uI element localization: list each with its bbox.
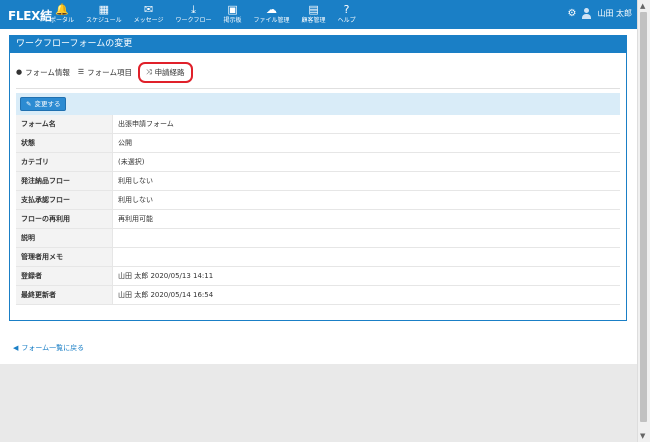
row-value: (未選択) (112, 152, 620, 172)
row-value: 山田 太郎 2020/05/13 14:11 (112, 266, 620, 286)
avatar-icon[interactable] (582, 8, 592, 19)
table-row: 登録者 山田 太郎 2020/05/13 14:11 (16, 266, 620, 286)
user-name[interactable]: 山田 太郎 (597, 8, 632, 19)
back-link-label: フォーム一覧に戻る (21, 344, 85, 352)
table-row: 発注納品フロー 利用しない (16, 171, 620, 191)
row-key: 登録者 (16, 266, 113, 286)
edit-icon: ✎ (26, 100, 32, 108)
user-area: ⚙ 山田 太郎 (567, 8, 632, 19)
panel-title: ワークフローフォームの変更 (10, 36, 626, 53)
tab-approval-route[interactable]: ⤨ 申請経路 (137, 61, 193, 83)
nav-label: ポータル (50, 17, 75, 24)
row-value: 利用しない (112, 171, 620, 191)
board-icon: ▣ (227, 3, 238, 16)
vertical-scrollbar[interactable]: ▲ ▼ (637, 0, 650, 442)
row-key: 状態 (16, 133, 113, 153)
list-icon: ☰ (77, 68, 85, 76)
row-key: 管理者用メモ (16, 247, 113, 267)
table-row: 状態 公開 (16, 133, 620, 153)
tab-form-info[interactable]: ● フォーム情報 (16, 67, 70, 78)
nav-customers[interactable]: ▤ 顧客管理 (296, 0, 332, 29)
table-row: 管理者用メモ (16, 247, 620, 267)
row-value (112, 247, 620, 267)
shuffle-icon: ⤨ (145, 67, 152, 76)
row-value: 公開 (112, 133, 620, 153)
back-to-form-list-link[interactable]: ◀ フォーム一覧に戻る (13, 343, 84, 353)
row-key: 最終更新者 (16, 285, 113, 305)
table-row: フローの再利用 再利用可能 (16, 209, 620, 229)
row-value: 利用しない (112, 190, 620, 210)
main-nav: 🔔 ポータル ▦ スケジュール ✉ メッセージ ⤓ ワークフロー ▣ 掲示板 ☁… (44, 0, 362, 29)
row-key: フォーム名 (16, 115, 113, 134)
tab-label: フォーム項目 (87, 67, 132, 77)
tab-bar: ● フォーム情報 ☰ フォーム項目 ⤨ 申請経路 (16, 61, 201, 83)
help-icon: ? (343, 3, 350, 16)
edit-button-label: 変更する (34, 100, 61, 108)
tab-form-items[interactable]: ☰ フォーム項目 (78, 67, 132, 78)
cloud-icon: ☁ (266, 3, 278, 16)
nav-workflow[interactable]: ⤓ ワークフロー (170, 0, 218, 29)
info-icon: ● (16, 68, 23, 76)
row-value: 再利用可能 (112, 209, 620, 229)
nav-board[interactable]: ▣ 掲示板 (218, 0, 248, 29)
nav-portal[interactable]: 🔔 ポータル (44, 0, 80, 29)
row-key: カテゴリ (16, 152, 113, 172)
gear-icon[interactable]: ⚙ (567, 8, 576, 19)
nav-message[interactable]: ✉ メッセージ (128, 0, 170, 29)
action-bar: ✎ 変更する (16, 93, 620, 115)
row-value (112, 228, 620, 248)
table-row: 支払承認フロー 利用しない (16, 190, 620, 210)
row-value: 出張申請フォーム (112, 115, 620, 134)
row-key: 発注納品フロー (16, 171, 113, 191)
scroll-down-icon[interactable]: ▼ (640, 432, 645, 440)
nav-files[interactable]: ☁ ファイル管理 (248, 0, 296, 29)
row-key: 説明 (16, 228, 113, 248)
bell-icon: 🔔 (55, 3, 69, 16)
row-value: 山田 太郎 2020/05/14 16:54 (112, 285, 620, 305)
main-content: ワークフローフォームの変更 ● フォーム情報 ☰ フォーム項目 ⤨ 申請経路 ✎… (0, 29, 637, 364)
nav-label: 掲示板 (223, 17, 242, 24)
nav-label: メッセージ (133, 17, 164, 24)
nav-label: スケジュール (86, 17, 122, 24)
nav-label: ヘルプ (337, 17, 356, 24)
nav-label: 顧客管理 (301, 17, 326, 24)
tab-divider (16, 88, 620, 89)
table-row: カテゴリ (未選択) (16, 152, 620, 172)
table-row: 最終更新者 山田 太郎 2020/05/14 16:54 (16, 285, 620, 305)
row-key: フローの再利用 (16, 209, 113, 229)
table-row: 説明 (16, 228, 620, 248)
scrollbar-thumb[interactable] (640, 12, 647, 422)
nav-help[interactable]: ? ヘルプ (332, 0, 362, 29)
form-info-table: フォーム名 出張申請フォーム 状態 公開 カテゴリ (未選択) 発注納品フロー 利用しな… (16, 115, 620, 305)
table-row: フォーム名 出張申請フォーム (16, 115, 620, 134)
row-key: 支払承認フロー (16, 190, 113, 210)
form-panel: ワークフローフォームの変更 ● フォーム情報 ☰ フォーム項目 ⤨ 申請経路 ✎… (9, 35, 627, 321)
top-navbar: FLEX結 🔔 ポータル ▦ スケジュール ✉ メッセージ ⤓ ワークフロー ▣… (0, 0, 650, 29)
tab-label: 申請経路 (154, 67, 185, 77)
mail-icon: ✉ (143, 3, 154, 16)
scroll-up-icon[interactable]: ▲ (640, 2, 645, 10)
chevron-left-icon: ◀ (13, 344, 19, 352)
calendar-icon: ▦ (98, 3, 110, 16)
workflow-icon: ⤓ (191, 3, 196, 16)
nav-schedule[interactable]: ▦ スケジュール (80, 0, 128, 29)
edit-button[interactable]: ✎ 変更する (20, 97, 67, 111)
book-icon: ▤ (308, 3, 319, 16)
nav-label: ファイル管理 (253, 17, 290, 24)
nav-label: ワークフロー (175, 17, 212, 24)
tab-label: フォーム情報 (25, 67, 70, 77)
